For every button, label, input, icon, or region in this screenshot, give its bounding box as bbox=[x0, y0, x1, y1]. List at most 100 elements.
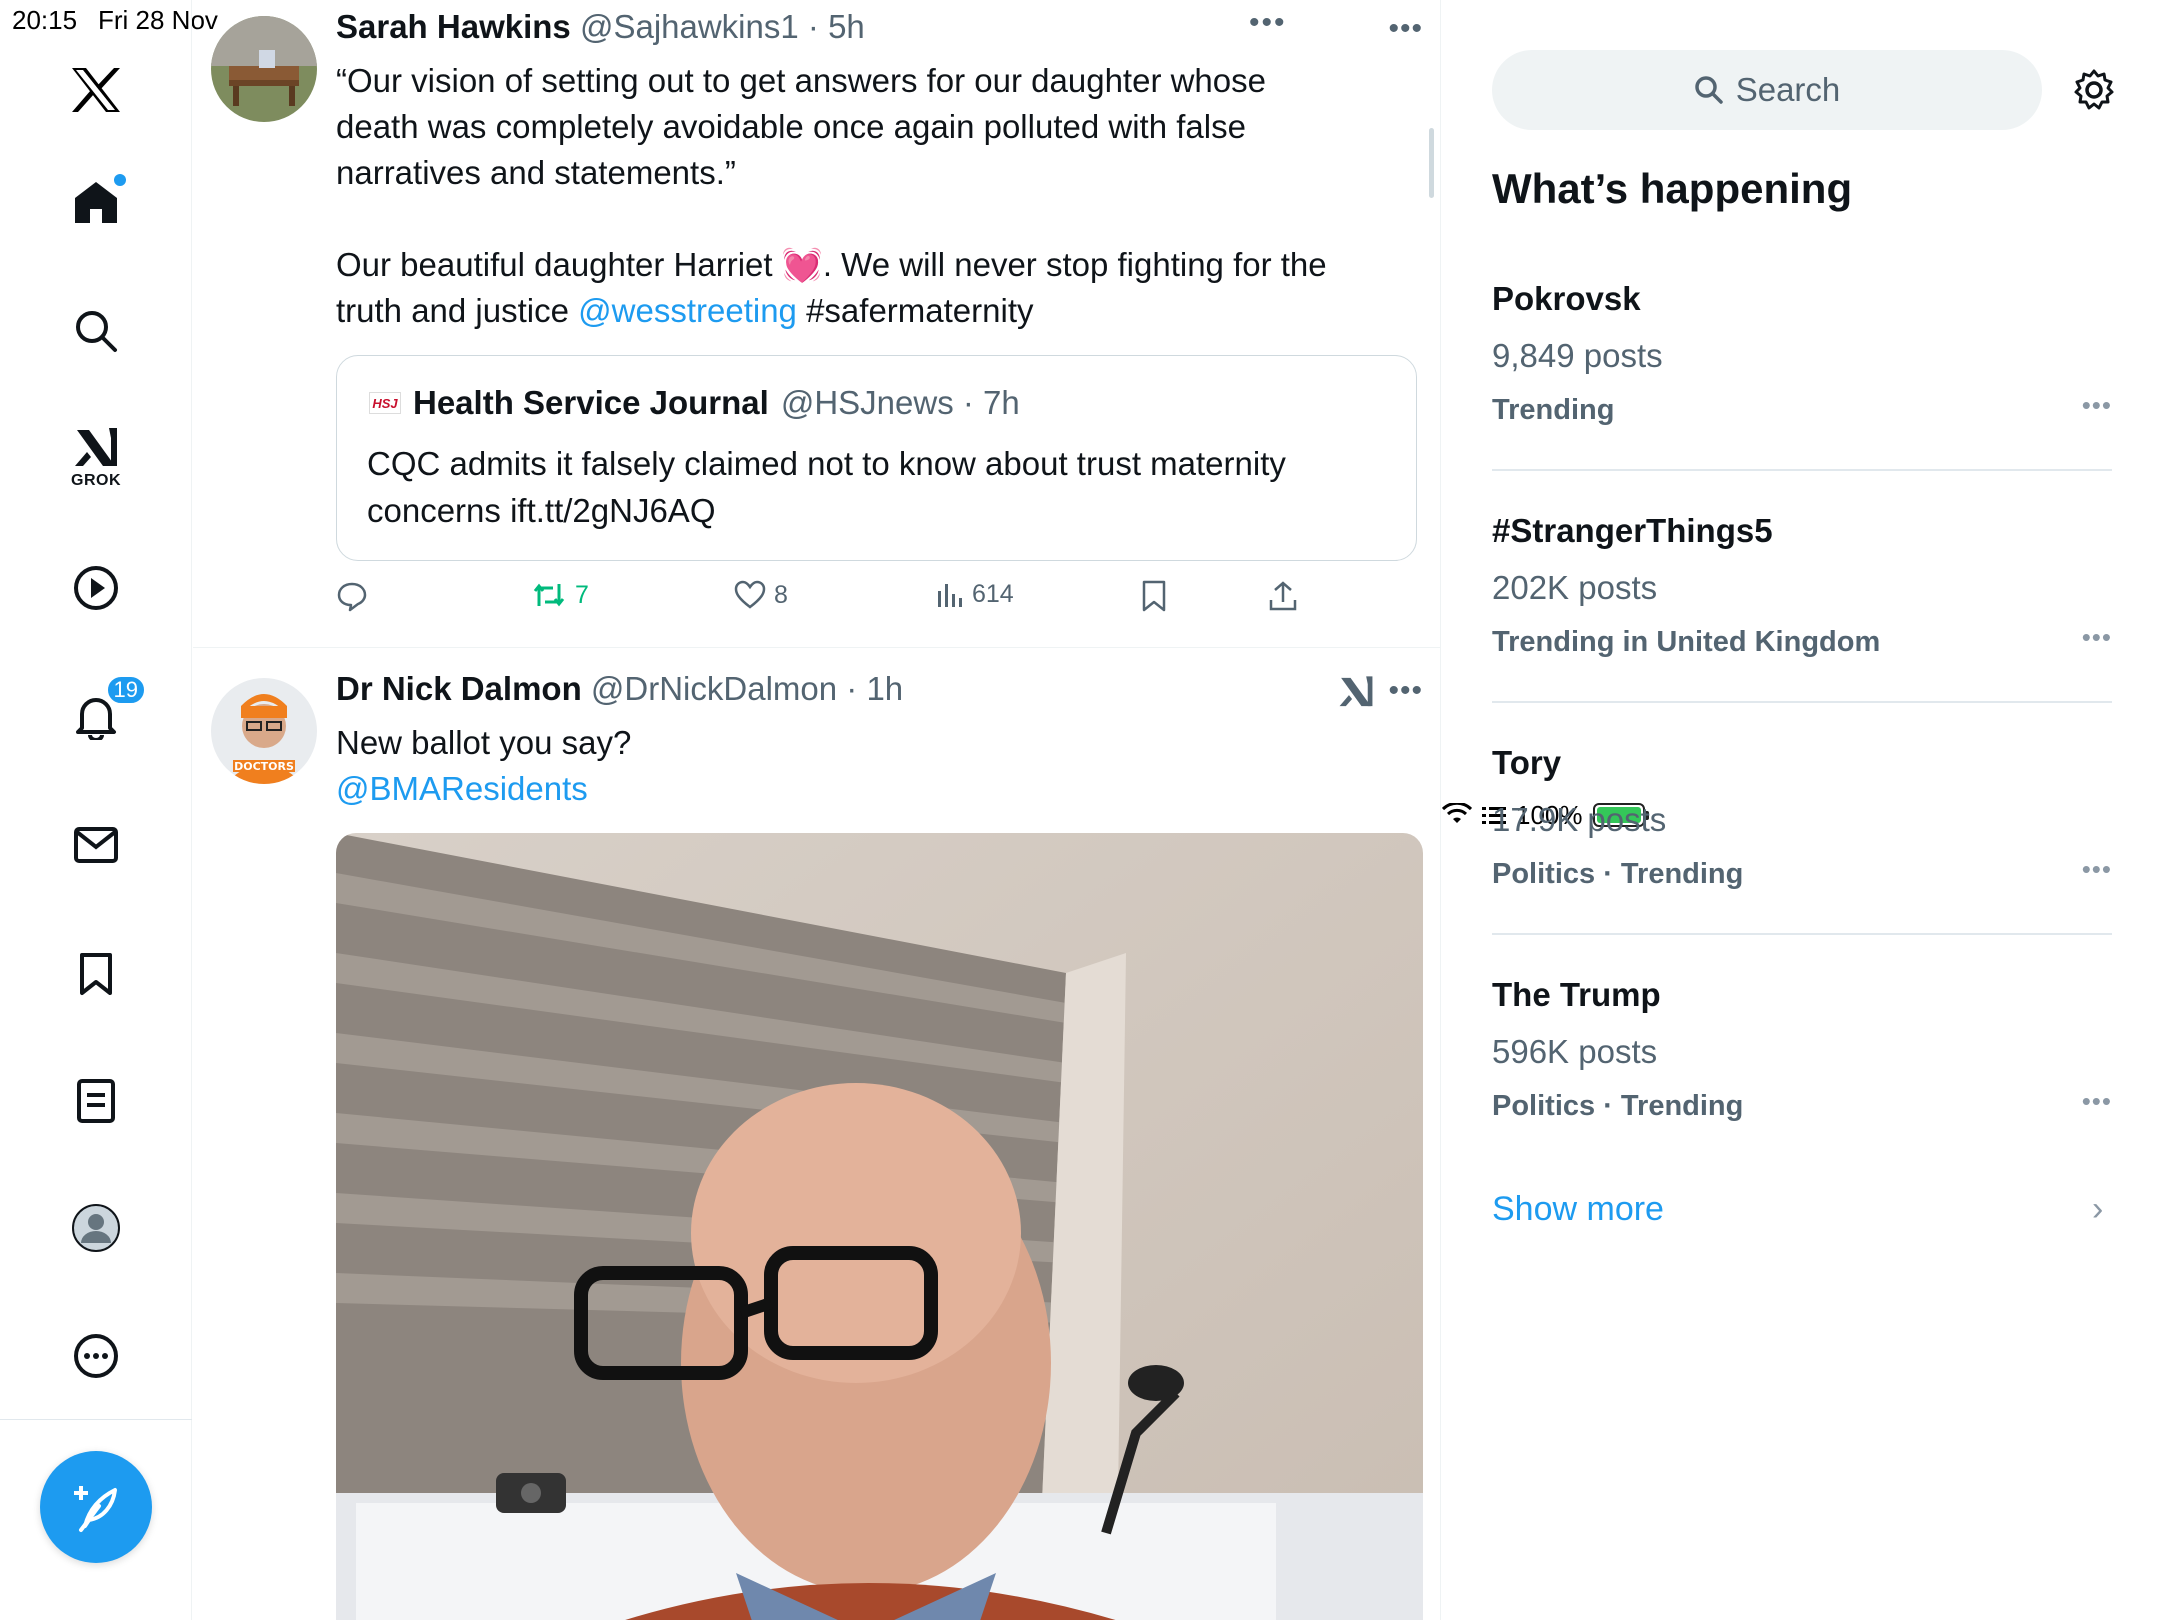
trend-name: Tory bbox=[1492, 744, 1562, 781]
trend-more-icon[interactable]: ••• bbox=[2082, 622, 2112, 653]
whats-happening-title: What’s happening bbox=[1492, 165, 1853, 212]
reply-icon bbox=[337, 582, 367, 612]
trend-more-icon[interactable]: ••• bbox=[2082, 1086, 2112, 1117]
svg-text:DOCTORS: DOCTORS bbox=[234, 760, 294, 773]
mail-icon bbox=[74, 827, 118, 863]
chevron-right-icon[interactable]: › bbox=[2092, 1190, 2103, 1229]
trend-item[interactable]: Tory 17.9K posts Politics · Trending ••• bbox=[1492, 744, 2112, 976]
mention-link[interactable]: @BMAResidents bbox=[336, 766, 1336, 812]
like-button[interactable]: 8 bbox=[734, 580, 788, 610]
trend-category: Politics · Trending bbox=[1492, 858, 1744, 890]
trend-posts: 9,849 posts bbox=[1492, 337, 1663, 374]
compose-feather-icon bbox=[74, 1486, 117, 1532]
quote-author-name: Health Service Journal bbox=[413, 384, 769, 421]
tweet-time[interactable]: 1h bbox=[866, 670, 903, 707]
trend-more-icon[interactable]: ••• bbox=[2082, 390, 2112, 421]
reply-button[interactable] bbox=[336, 580, 368, 612]
search-input[interactable]: Search bbox=[1492, 50, 2042, 130]
repost-count: 7 bbox=[575, 580, 589, 609]
x-logo-icon[interactable] bbox=[62, 56, 130, 124]
trend-divider bbox=[1492, 469, 2112, 471]
home-icon bbox=[75, 182, 117, 223]
like-count: 8 bbox=[774, 580, 788, 609]
quote-text: CQC admits it falsely claimed not to kno… bbox=[367, 445, 1286, 529]
trend-divider bbox=[1492, 701, 2112, 703]
tweet-more-icon[interactable]: ••• bbox=[1388, 674, 1423, 708]
trend-item[interactable]: #StrangerThings5 202K posts Trending in … bbox=[1492, 512, 2112, 744]
tweet-text: New ballot you say? @BMAResidents bbox=[336, 720, 1336, 812]
trend-item[interactable]: The Trump 596K posts Politics · Trending… bbox=[1492, 976, 2112, 1208]
quote-time: 7h bbox=[983, 384, 1020, 421]
trend-category: Politics · Trending bbox=[1492, 1090, 1744, 1122]
tweet-header: Dr Nick Dalmon @DrNickDalmon · 1h bbox=[336, 670, 903, 708]
trend-posts: 202K posts bbox=[1492, 569, 1658, 606]
nav-home[interactable] bbox=[62, 168, 130, 236]
nav-notifications[interactable]: 19 bbox=[62, 675, 146, 751]
nav-profile[interactable] bbox=[62, 1194, 130, 1262]
hsj-logo: HSJ bbox=[369, 392, 401, 414]
nav-divider bbox=[0, 1419, 192, 1420]
quote-header: HSJ Health Service Journal @HSJnews · 7h bbox=[369, 384, 1020, 422]
tweet-text: “Our vision of setting out to get answer… bbox=[336, 58, 1336, 334]
compose-button[interactable] bbox=[40, 1451, 152, 1563]
timeline: ••• Sarah Hawkins @Sajhawkins1 · 5h ••• … bbox=[193, 0, 1441, 1620]
more-circle-icon bbox=[74, 1334, 118, 1378]
quoted-tweet[interactable]: HSJ Health Service Journal @HSJnews · 7h… bbox=[336, 355, 1417, 561]
views-chart-icon bbox=[938, 583, 962, 607]
nav-grok[interactable]: GROK bbox=[62, 424, 130, 492]
nav-video[interactable] bbox=[62, 554, 130, 622]
quote-author-handle: @HSJnews bbox=[780, 384, 954, 421]
tweet[interactable]: DOCTORS Dr Nick Dalmon @DrNickDalmon · 1… bbox=[193, 648, 1440, 1620]
heart-icon bbox=[734, 580, 766, 609]
tweet-video[interactable] bbox=[336, 833, 1423, 1620]
nav-more[interactable] bbox=[62, 1322, 130, 1390]
trend-divider bbox=[1492, 933, 2112, 935]
grok-explain-icon[interactable] bbox=[1338, 674, 1374, 715]
search-icon bbox=[76, 311, 117, 352]
tweet-text-body: New ballot you say? bbox=[336, 724, 632, 761]
list-document-icon bbox=[77, 1079, 115, 1123]
tweet-actions: 7 8 614 bbox=[336, 580, 1336, 620]
nav-messages[interactable] bbox=[62, 811, 130, 879]
trend-name: #StrangerThings5 bbox=[1492, 512, 1773, 549]
views-button[interactable]: 614 bbox=[936, 580, 1014, 609]
share-button[interactable] bbox=[1268, 580, 1298, 612]
repost-button[interactable]: 7 bbox=[531, 580, 589, 610]
bookmark-icon bbox=[1142, 580, 1166, 612]
hashtag[interactable]: #safermaternity bbox=[797, 292, 1033, 329]
settings-gear-icon[interactable] bbox=[2072, 68, 2116, 112]
nav-explore[interactable] bbox=[62, 297, 130, 365]
bookmark-button[interactable] bbox=[1141, 580, 1167, 612]
mention-link[interactable]: @wesstreeting bbox=[578, 292, 797, 329]
author-handle[interactable]: @DrNickDalmon bbox=[591, 670, 837, 707]
trend-more-icon[interactable]: ••• bbox=[2082, 854, 2112, 885]
tweet[interactable]: Sarah Hawkins @Sajhawkins1 · 5h ••• “Our… bbox=[193, 0, 1440, 648]
grok-icon bbox=[75, 428, 117, 466]
nav-bookmarks[interactable] bbox=[62, 940, 130, 1008]
trend-category: Trending in United Kingdom bbox=[1492, 626, 1881, 658]
play-icon bbox=[74, 566, 118, 610]
author-handle[interactable]: @Sajhawkins1 bbox=[580, 8, 799, 45]
trend-item[interactable]: Pokrovsk 9,849 posts Trending ••• bbox=[1492, 280, 2112, 512]
notifications-badge: 19 bbox=[105, 675, 146, 705]
tweet-time[interactable]: 5h bbox=[828, 8, 865, 45]
repost-icon bbox=[533, 583, 565, 607]
author-name[interactable]: Dr Nick Dalmon bbox=[336, 670, 582, 707]
tweet-header: Sarah Hawkins @Sajhawkins1 · 5h bbox=[336, 8, 865, 46]
search-placeholder: Search bbox=[1735, 71, 1841, 108]
dot-separator: · bbox=[798, 8, 829, 45]
left-nav: GROK 19 bbox=[0, 0, 192, 1620]
right-sidebar: Search What’s happening Pokrovsk 9,849 p… bbox=[1442, 0, 2160, 1620]
dot-separator: · bbox=[837, 670, 867, 707]
avatar[interactable]: DOCTORS bbox=[211, 678, 317, 784]
share-icon bbox=[1269, 581, 1297, 611]
profile-avatar-icon bbox=[72, 1204, 120, 1252]
tweet-text-para2: Our beautiful daughter Harriet 💓. We wil… bbox=[336, 242, 1336, 334]
author-name[interactable]: Sarah Hawkins bbox=[336, 8, 571, 45]
tweet-more-icon[interactable]: ••• bbox=[1388, 12, 1423, 46]
avatar[interactable] bbox=[211, 16, 317, 122]
show-more-link[interactable]: Show more bbox=[1492, 1190, 1664, 1229]
trend-posts: 17.9K posts bbox=[1492, 801, 1667, 838]
nav-lists[interactable] bbox=[62, 1067, 130, 1135]
trend-name: The Trump bbox=[1492, 976, 1661, 1013]
